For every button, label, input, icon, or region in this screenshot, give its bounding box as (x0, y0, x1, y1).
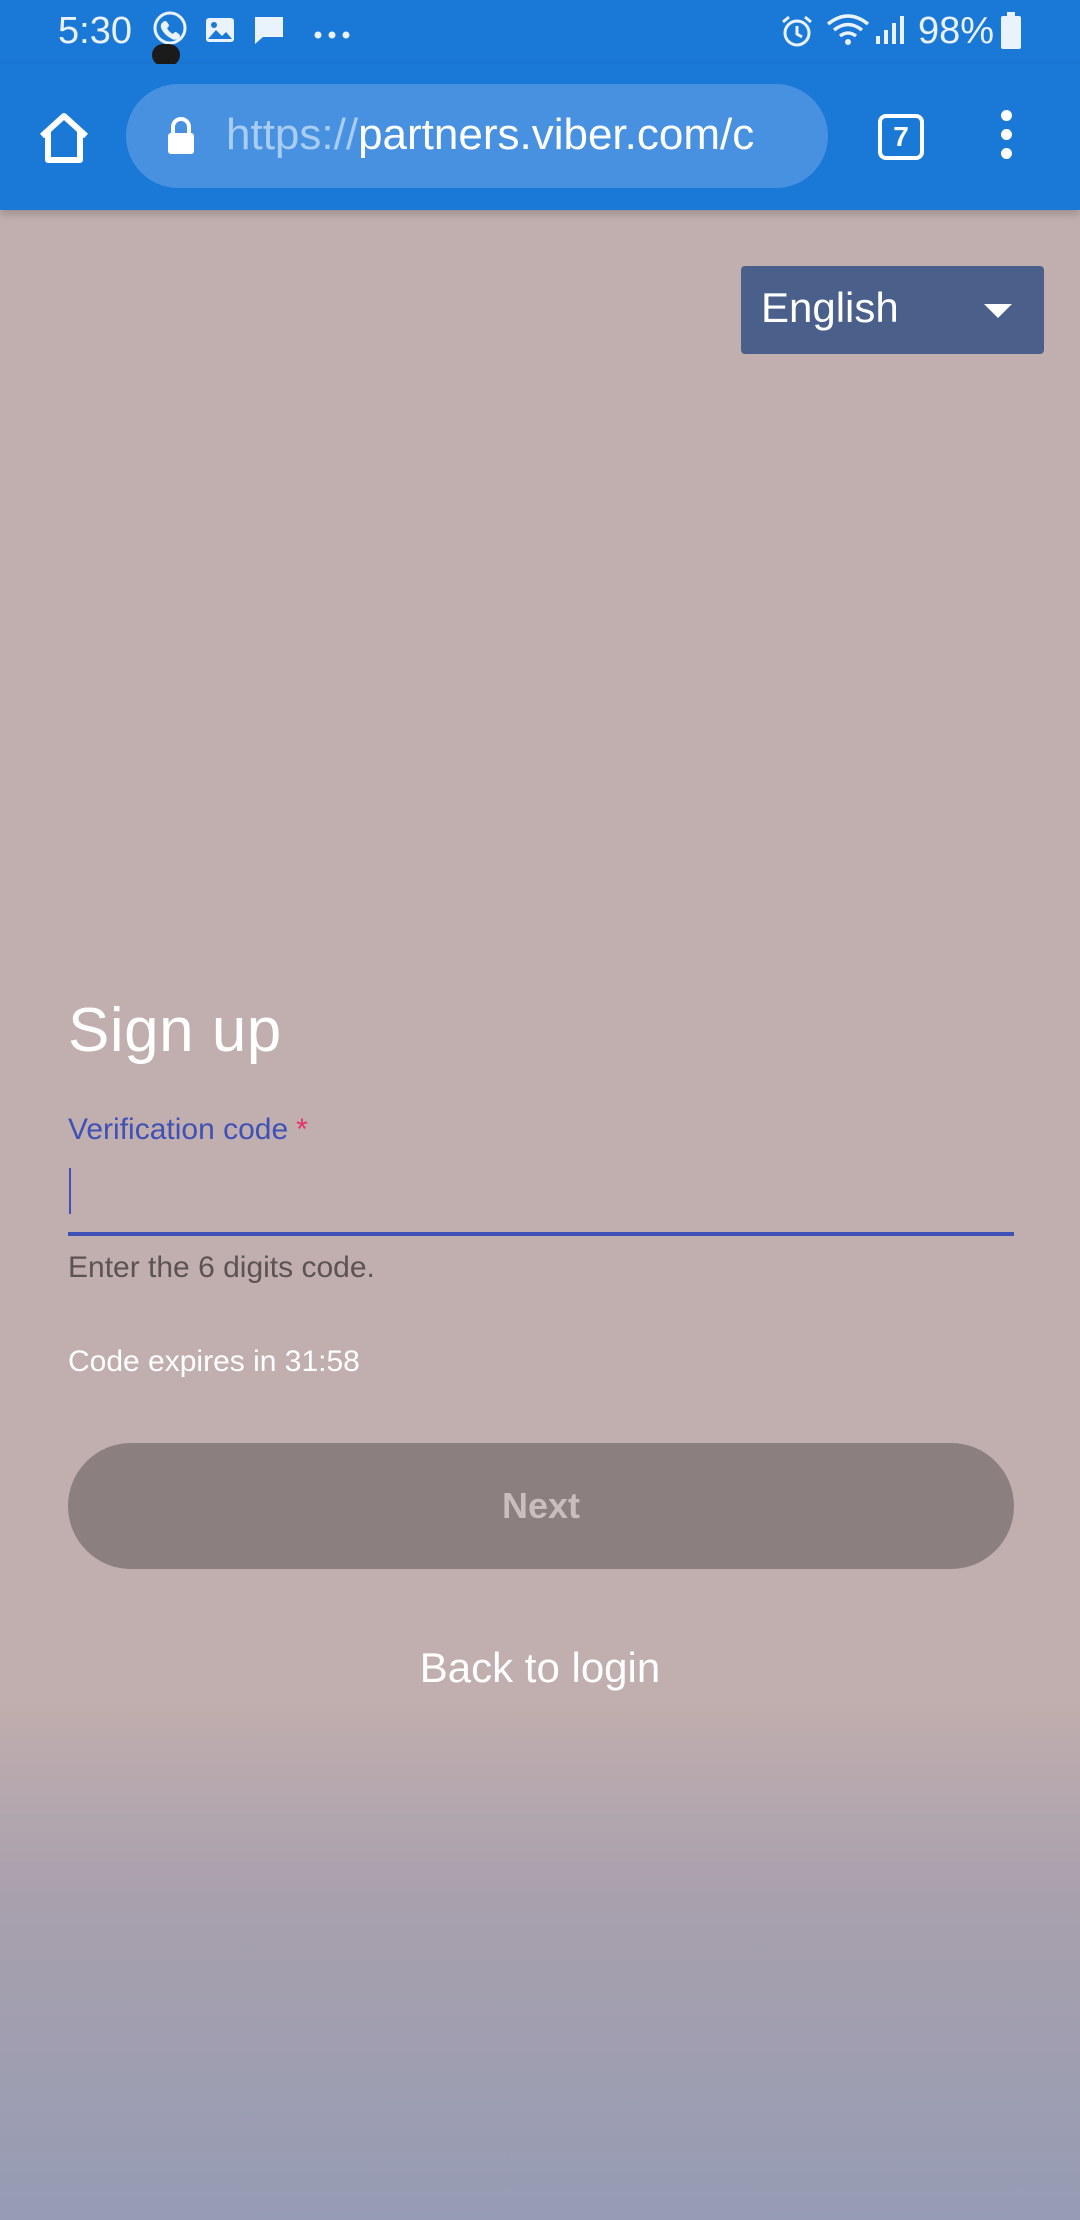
url-host: partners.viber.com/c (358, 110, 755, 159)
menu-dot (1000, 110, 1012, 121)
home-button[interactable] (34, 108, 94, 168)
language-select[interactable]: English (741, 266, 1044, 354)
notification-dot (152, 44, 180, 66)
field-label-text: Verification code (68, 1113, 289, 1146)
browser-toolbar: https://partners.viber.com/c 7 (0, 64, 1080, 210)
wifi-icon (826, 12, 870, 53)
back-to-login-link[interactable]: Back to login (0, 1644, 1080, 1692)
url-text: https://partners.viber.com/c (226, 110, 816, 160)
code-expiry-text: Code expires in 31:58 (68, 1345, 360, 1378)
next-button[interactable]: Next (68, 1443, 1014, 1569)
language-selected: English (761, 284, 899, 331)
lock-icon (168, 117, 194, 154)
alarm-icon (780, 14, 814, 53)
address-bar[interactable]: https://partners.viber.com/c (126, 84, 828, 188)
url-scheme: https:// (226, 110, 359, 159)
image-icon (204, 14, 236, 51)
menu-dot (1000, 148, 1012, 159)
verification-code-input[interactable] (68, 1162, 1014, 1236)
required-marker: * (296, 1113, 308, 1146)
home-icon (39, 113, 89, 163)
text-cursor (69, 1168, 71, 1214)
signal-icon (874, 14, 908, 51)
browser-menu-button[interactable] (994, 110, 1018, 166)
verification-code-label: Verification code * (68, 1113, 308, 1147)
page-title: Sign up (68, 996, 282, 1065)
battery-icon (1000, 12, 1022, 55)
field-hint: Enter the 6 digits code. (68, 1251, 375, 1284)
tab-switcher-button[interactable]: 7 (878, 114, 924, 160)
menu-dot (1000, 129, 1012, 140)
chat-icon (252, 14, 286, 53)
more-dots-icon (314, 26, 350, 44)
chevron-down-icon (984, 304, 1012, 318)
status-time: 5:30 (58, 10, 132, 52)
battery-percent: 98% (918, 10, 995, 52)
status-bar: 5:30 98% (0, 0, 1080, 66)
